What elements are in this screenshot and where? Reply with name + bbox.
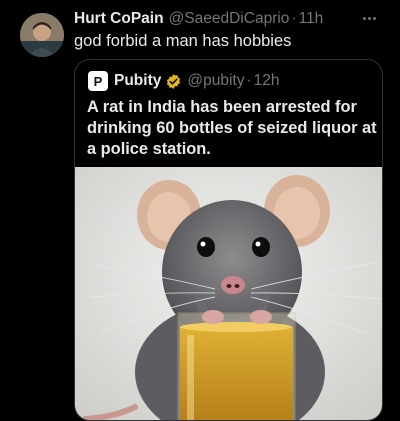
- separator-dot: ·: [291, 10, 297, 27]
- quoted-separator-dot: ·: [246, 72, 252, 89]
- author-avatar[interactable]: [20, 13, 64, 57]
- quoted-author-name[interactable]: Pubity: [114, 72, 161, 90]
- quoted-tweet-card[interactable]: P Pubity @pubity · 12h A rat in India ha…: [74, 59, 383, 421]
- avatar-photo: [20, 13, 64, 57]
- quoted-author-handle[interactable]: @pubity: [187, 72, 244, 90]
- tweet-text: god forbid a man has hobbies: [74, 32, 292, 50]
- more-horizontal-icon[interactable]: [358, 8, 380, 28]
- author-handle[interactable]: @SaeedDiCaprio: [169, 10, 290, 28]
- tweet-header: Hurt CoPain @SaeedDiCaprio · 11h: [74, 9, 380, 29]
- quoted-author-avatar[interactable]: P: [88, 71, 108, 91]
- verified-badge-icon: [167, 73, 181, 89]
- rat-drinking-liquor-image[interactable]: [75, 167, 382, 421]
- quoted-tweet-timestamp[interactable]: 12h: [254, 72, 280, 90]
- quoted-tweet-text: A rat in India has been arrested for dri…: [87, 98, 377, 158]
- author-name[interactable]: Hurt CoPain: [74, 10, 164, 28]
- quoted-tweet-header: P Pubity @pubity · 12h: [88, 71, 372, 91]
- tweet-timestamp[interactable]: 11h: [299, 10, 324, 28]
